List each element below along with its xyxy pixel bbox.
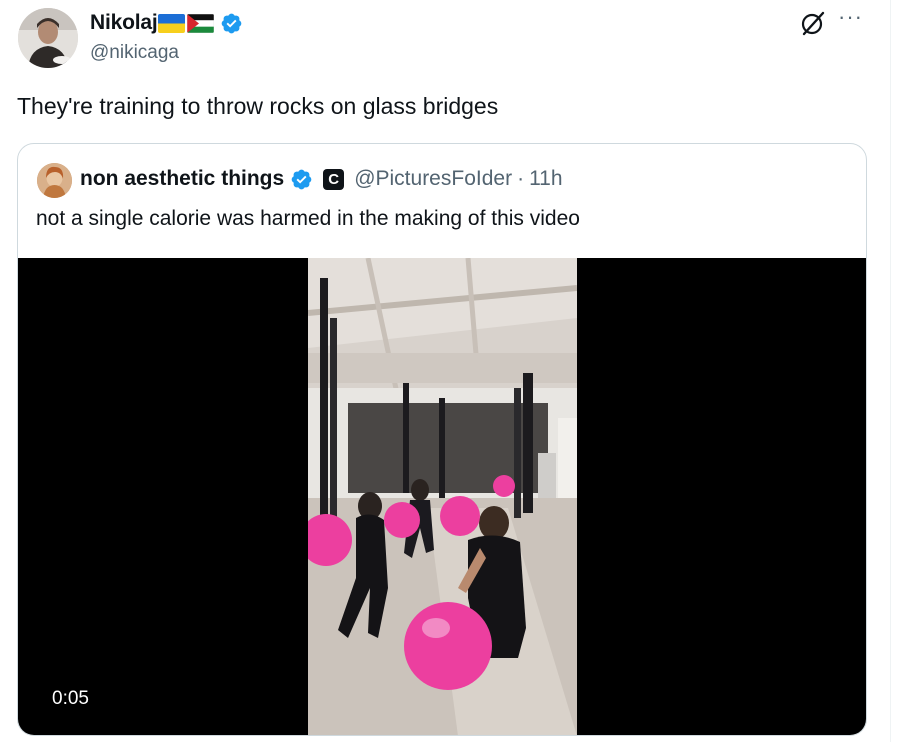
author-avatar[interactable] [18,8,78,68]
quoted-timestamp[interactable]: 11h [529,167,562,191]
column-divider [890,0,891,742]
quoted-author-name[interactable]: non aesthetic things [80,167,284,191]
video-player[interactable]: 0:05 [18,258,866,735]
quoted-author-avatar[interactable] [37,163,72,198]
palestine-flag-icon [187,13,215,33]
more-icon[interactable]: ··· [838,6,868,32]
author-name[interactable]: Nikolaj [90,11,158,35]
author-name-row[interactable]: Nikolaj [90,11,243,35]
affiliate-badge-icon[interactable]: C [323,168,345,190]
quoted-author-row[interactable]: non aesthetic things C @PicturesFoIder ·… [80,167,563,191]
video-timestamp: 0:05 [40,679,101,719]
quoted-tweet-card[interactable]: non aesthetic things C @PicturesFoIder ·… [17,143,867,736]
separator-dot: · [517,167,525,190]
quoted-tweet-text: not a single calorie was harmed in the m… [36,207,580,230]
verified-icon[interactable] [220,12,243,35]
grok-icon[interactable] [800,10,826,36]
video-frame[interactable] [308,258,577,735]
quoted-author-handle[interactable]: @PicturesFoIder [354,167,512,191]
ukraine-flag-icon [158,13,186,33]
verified-icon[interactable] [290,168,313,191]
tweet-text: They're training to throw rocks on glass… [17,93,499,119]
author-handle[interactable]: @nikicaga [90,42,179,64]
